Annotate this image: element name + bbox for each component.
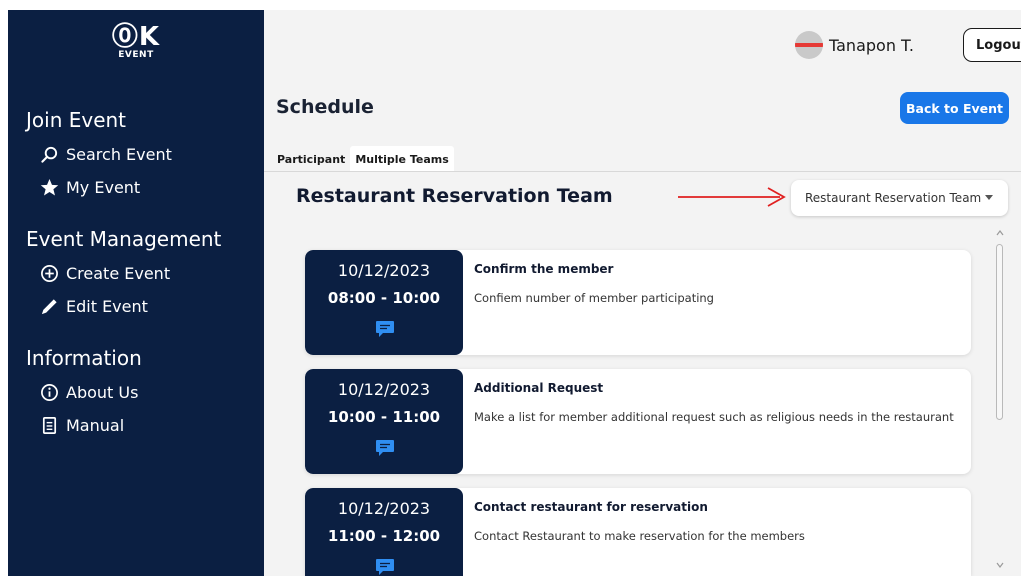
schedule-card[interactable]: 10/12/2023 10:00 - 11:00 Additional Requ… <box>305 369 971 474</box>
schedule-time-block: 10/12/2023 08:00 - 10:00 <box>305 250 463 355</box>
search-icon <box>41 146 58 163</box>
caret-down-icon <box>985 195 993 200</box>
schedule-title: Additional Request <box>474 381 604 395</box>
sidebar-item-label: Edit Event <box>66 296 148 316</box>
sidebar-item-label: My Event <box>66 177 141 197</box>
sidebar-item-label: Manual <box>66 415 125 435</box>
team-title: Restaurant Reservation Team <box>296 185 613 207</box>
user-name: Tanapon T. <box>829 35 915 55</box>
schedule-title: Confirm the member <box>474 262 614 276</box>
schedule-time: 10:00 - 11:00 <box>327 408 441 426</box>
section-title-event-management: Event Management <box>26 227 222 251</box>
sidebar-item-create-event[interactable]: Create Event <box>40 261 170 285</box>
logo-mark: ⓪K <box>111 22 161 52</box>
logo-subtitle: EVENT <box>118 50 154 60</box>
schedule-card[interactable]: 10/12/2023 11:00 - 12:00 Contact restaur… <box>305 488 971 576</box>
tab-bar: Participant Multiple Teams <box>272 146 454 172</box>
tab-divider <box>264 171 1021 172</box>
scroll-up-icon[interactable] <box>995 228 1005 238</box>
schedule-description: Make a list for member additional reques… <box>474 410 954 424</box>
sidebar-item-about-us[interactable]: About Us <box>40 380 138 404</box>
section-title-join-event: Join Event <box>26 108 127 132</box>
tab-participant[interactable]: Participant <box>272 146 350 172</box>
sidebar-item-label: About Us <box>66 382 139 402</box>
sidebar-item-search-event[interactable]: Search Event <box>40 142 172 166</box>
team-select[interactable]: Restaurant Reservation Team <box>791 180 1008 216</box>
sidebar-item-label: Create Event <box>66 263 171 283</box>
annotation-arrow-icon <box>678 187 786 207</box>
schedule-card[interactable]: 10/12/2023 08:00 - 10:00 Confirm the mem… <box>305 250 971 355</box>
back-to-event-button[interactable]: Back to Event <box>900 92 1009 124</box>
user-profile[interactable]: Tanapon T. <box>795 30 914 60</box>
section-title-information: Information <box>26 346 142 370</box>
info-icon <box>41 383 58 401</box>
scrollbar-thumb[interactable] <box>996 244 1003 420</box>
schedule-time-block: 10/12/2023 11:00 - 12:00 <box>305 488 463 576</box>
chat-icon[interactable] <box>375 558 395 576</box>
schedule-date: 10/12/2023 <box>337 261 431 280</box>
app-logo[interactable]: ⓪K EVENT <box>8 24 264 61</box>
document-icon <box>42 416 57 434</box>
schedule-time: 11:00 - 12:00 <box>327 527 441 545</box>
sidebar-item-label: Search Event <box>66 144 172 164</box>
sidebar-item-manual[interactable]: Manual <box>40 413 124 437</box>
chat-icon[interactable] <box>375 320 395 338</box>
schedule-title: Contact restaurant for reservation <box>474 500 708 514</box>
schedule-time-block: 10/12/2023 10:00 - 11:00 <box>305 369 463 474</box>
pencil-icon <box>41 298 57 314</box>
schedule-time: 08:00 - 10:00 <box>327 289 441 307</box>
star-icon <box>40 178 59 195</box>
schedule-description: Confiem number of member participating <box>474 291 714 305</box>
tab-multiple-teams[interactable]: Multiple Teams <box>350 146 454 172</box>
avatar <box>795 31 823 59</box>
page-title: Schedule <box>276 96 374 118</box>
schedule-date: 10/12/2023 <box>337 380 431 399</box>
sidebar-item-my-event[interactable]: My Event <box>40 175 140 199</box>
sidebar: ⓪K EVENT Join Event Search Event My Even… <box>8 10 264 576</box>
chat-icon[interactable] <box>375 439 395 457</box>
sidebar-item-edit-event[interactable]: Edit Event <box>40 294 148 318</box>
scroll-down-icon[interactable] <box>995 560 1005 570</box>
logout-button[interactable]: Logout <box>963 28 1021 62</box>
schedule-description: Contact Restaurant to make reservation f… <box>474 529 805 543</box>
team-select-value: Restaurant Reservation Team <box>805 191 982 205</box>
plus-circle-icon <box>41 264 58 282</box>
schedule-date: 10/12/2023 <box>337 499 431 518</box>
